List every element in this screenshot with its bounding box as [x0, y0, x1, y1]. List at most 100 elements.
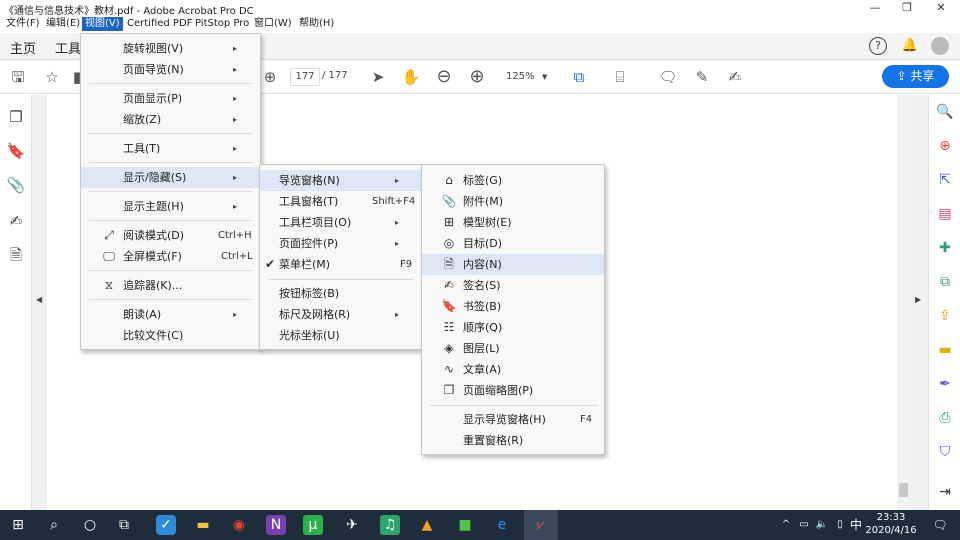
menu-item-page-controls[interactable]: 页面控件(P) ▸	[260, 233, 421, 254]
menu-item-toolbar-items[interactable]: 工具栏项目(O) ▸	[260, 212, 421, 233]
menu-item-display-theme[interactable]: 显示主题(H) ▸	[81, 196, 260, 217]
signature-icon[interactable]: ✍	[6, 211, 26, 231]
menu-item-reset-panes[interactable]: 重置窗格(R)	[422, 430, 604, 451]
star-icon[interactable]: ☆	[42, 68, 62, 86]
menu-item-tracker[interactable]: ⧖ 追踪器(K)...	[81, 275, 260, 296]
menu-item-page-display[interactable]: 页面显示(P) ▸	[81, 88, 260, 109]
menu-file[interactable]: 文件(F)	[3, 17, 43, 31]
menu-item-rulers-grids[interactable]: 标尺及网格(R) ▸	[260, 304, 421, 325]
comment-icon[interactable]: 🗨	[658, 68, 678, 86]
menu-item-tools[interactable]: 工具(T) ▸	[81, 138, 260, 159]
menu-item-tags[interactable]: ⌂ 标签(G)	[422, 170, 604, 191]
share-button[interactable]: ⇪ 共享	[882, 65, 949, 88]
cortana-icon[interactable]: ○	[80, 515, 100, 535]
search-icon[interactable]: 🔍	[934, 101, 956, 123]
chrome-icon[interactable]: ◉	[229, 515, 249, 535]
clock-time[interactable]: 23:33	[868, 512, 914, 523]
expand-right-icon[interactable]: ▶	[915, 295, 921, 304]
menu-item-zoom[interactable]: 缩放(Z) ▸	[81, 109, 260, 130]
menu-item-layers[interactable]: ◈ 图层(L)	[422, 338, 604, 359]
export-pdf-icon[interactable]: ⇱	[934, 169, 956, 191]
expand-left-icon[interactable]: ◀	[36, 295, 42, 304]
menu-item-model-tree[interactable]: ⊞ 模型树(E)	[422, 212, 604, 233]
collapse-panel-icon[interactable]: ⇥	[934, 481, 956, 503]
menu-item-content[interactable]: 🗎 内容(N)	[422, 254, 604, 275]
hand-tool-icon[interactable]: ✋	[401, 68, 421, 86]
comment-tool-icon[interactable]: ▬	[934, 339, 956, 361]
menu-pitstop-pro[interactable]: PitStop Pro	[192, 17, 252, 31]
export-icon[interactable]: ⇪	[934, 305, 956, 327]
tab-home[interactable]: 主页	[10, 38, 36, 57]
edit-pdf-icon[interactable]: ✚	[934, 237, 956, 259]
menu-item-menu-bar[interactable]: ✔ 菜单栏(M) F9	[260, 254, 421, 275]
right-collapse-gutter[interactable]: ▶	[910, 95, 928, 510]
sign-icon[interactable]: ✍	[725, 68, 745, 86]
create-pdf-icon[interactable]: ⊕	[934, 135, 956, 157]
tray-icon[interactable]: ▭	[794, 515, 814, 535]
minimize-button[interactable]: —	[858, 0, 892, 16]
vertical-scrollbar[interactable]	[897, 95, 910, 510]
search-icon[interactable]: ⌕	[44, 515, 64, 535]
utorrent-icon[interactable]: μ	[303, 515, 323, 535]
page-thumbnails-icon[interactable]: ❐	[6, 107, 26, 127]
select-cursor-icon[interactable]: ➤	[368, 68, 388, 86]
menu-item-read-aloud[interactable]: 朗读(A) ▸	[81, 304, 260, 325]
help-icon[interactable]: ?	[869, 37, 887, 55]
menu-item-cursor-coordinates[interactable]: 光标坐标(U)	[260, 325, 421, 346]
menu-item-articles[interactable]: ∿ 文章(A)	[422, 359, 604, 380]
restore-button[interactable]: ❐	[890, 0, 924, 16]
zoom-out-icon[interactable]: ⊖	[434, 68, 454, 86]
next-page-icon[interactable]: ⊕	[260, 68, 280, 86]
menu-view[interactable]: 视图(V)	[82, 17, 123, 31]
volume-icon[interactable]: 🔈	[812, 515, 832, 535]
menu-item-bookmarks[interactable]: 🔖 书签(B)	[422, 296, 604, 317]
menu-item-show-navigation-pane[interactable]: 显示导览窗格(H) F4	[422, 409, 604, 430]
menu-edit[interactable]: 编辑(E)	[43, 17, 83, 31]
menu-item-destinations[interactable]: ◎ 目标(D)	[422, 233, 604, 254]
app-music-icon[interactable]: ♫	[380, 515, 400, 535]
menu-item-show-hide[interactable]: 显示/隐藏(S) ▸	[81, 167, 260, 188]
print-production-icon[interactable]: ⎙	[934, 407, 956, 429]
clock-date[interactable]: 2020/4/16	[860, 525, 922, 536]
pycharm-icon[interactable]: ■	[455, 515, 475, 535]
menu-item-read-mode[interactable]: ⤢ 阅读模式(D) Ctrl+H	[81, 225, 260, 246]
zoom-level-select[interactable]: 125% ▼	[500, 68, 552, 86]
page-fit-icon[interactable]: ⧉	[569, 68, 589, 86]
scrollbar-thumb[interactable]	[899, 483, 908, 497]
menu-item-page-thumbnails[interactable]: ❐ 页面缩略图(P)	[422, 380, 604, 401]
protect-icon[interactable]: ⛉	[934, 441, 956, 463]
edge-icon[interactable]: e	[492, 515, 512, 535]
menu-item-navigation-panes[interactable]: 导览窗格(N) ▸	[260, 170, 421, 191]
combine-files-icon[interactable]: ⧉	[934, 271, 956, 293]
task-view-icon[interactable]: ⧉	[114, 515, 134, 535]
menu-item-rotate-view[interactable]: 旋转视图(V) ▸	[81, 38, 260, 59]
bookmark-icon[interactable]: 🔖	[6, 141, 26, 161]
tab-tools[interactable]: 工具	[55, 38, 81, 57]
menu-item-attachments[interactable]: 📎 附件(M)	[422, 191, 604, 212]
bell-icon[interactable]: 🔔	[901, 37, 919, 55]
menu-item-page-navigation[interactable]: 页面导览(N) ▸	[81, 59, 260, 80]
avatar[interactable]	[931, 37, 949, 55]
menu-item-order[interactable]: ☷ 顺序(Q)	[422, 317, 604, 338]
highlight-pen-icon[interactable]: ✎	[692, 68, 712, 86]
app-triangle-icon[interactable]: ▲	[417, 515, 437, 535]
menu-help[interactable]: 帮助(H)	[296, 17, 337, 31]
app-v-icon[interactable]: ✓	[156, 515, 176, 535]
onenote-icon[interactable]: N	[266, 515, 286, 535]
fill-sign-icon[interactable]: ✒	[934, 373, 956, 395]
menu-item-signatures[interactable]: ✍ 签名(S)	[422, 275, 604, 296]
notification-icon[interactable]: 🗨	[930, 515, 950, 535]
save-icon[interactable]: 🖫	[8, 68, 28, 86]
file-explorer-icon[interactable]: ▬	[193, 515, 213, 535]
menu-item-button-labels[interactable]: 按钮标签(B)	[260, 283, 421, 304]
app-bird-icon[interactable]: ✈	[342, 515, 362, 535]
menu-item-tools-pane[interactable]: 工具窗格(T) Shift+F4	[260, 191, 421, 212]
acrobat-icon[interactable]: ⩗	[524, 510, 558, 540]
zoom-in-icon[interactable]: ⊕	[467, 68, 487, 86]
chevron-up-icon[interactable]: ^	[776, 515, 796, 535]
windows-start-icon[interactable]: ⊞	[8, 515, 28, 535]
attachment-icon[interactable]: 📎	[6, 175, 26, 195]
content-icon[interactable]: 🗎	[6, 245, 26, 265]
page-number-input[interactable]: 177	[290, 68, 320, 86]
menu-certified-pdf[interactable]: Certified PDF	[124, 17, 195, 31]
